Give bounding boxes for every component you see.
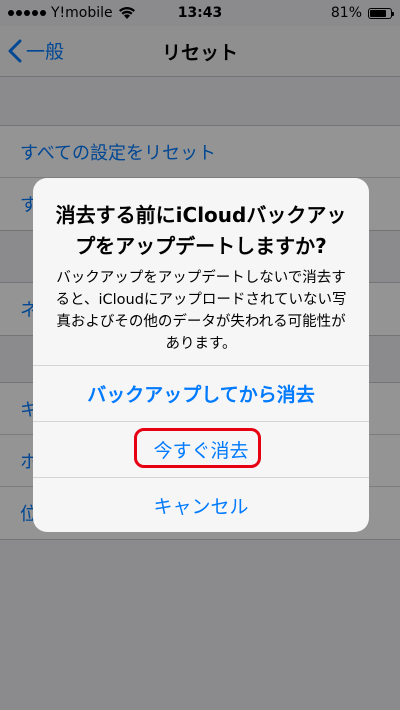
alert-message: バックアップをアップデートしないで消去すると、iCloudにアップロードされてい… bbox=[55, 270, 347, 352]
cancel-label: キャンセル bbox=[153, 496, 249, 518]
erase-confirmation-alert: 消去する前にiCloudバックアップをアップデートしますか? バックアップをアッ… bbox=[33, 178, 369, 532]
erase-now-button[interactable]: 今すぐ消去 bbox=[33, 421, 369, 477]
backup-then-erase-label: バックアップしてから消去 bbox=[87, 384, 315, 406]
alert-actions: バックアップしてから消去 今すぐ消去 キャンセル bbox=[33, 365, 369, 532]
cancel-button[interactable]: キャンセル bbox=[33, 477, 369, 532]
red-highlight-annotation bbox=[134, 428, 261, 468]
alert-title: 消去する前にiCloudバックアップをアップデートしますか? bbox=[55, 203, 347, 258]
backup-then-erase-button[interactable]: バックアップしてから消去 bbox=[33, 365, 369, 421]
